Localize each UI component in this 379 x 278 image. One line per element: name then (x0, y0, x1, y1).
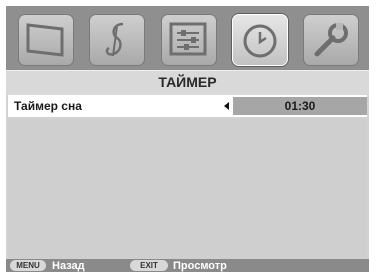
tab-setup[interactable] (303, 14, 359, 66)
menu-empty-area (8, 119, 367, 259)
tab-picture[interactable] (18, 14, 74, 66)
settings-sliders-icon (169, 22, 207, 56)
footer-bar: MENU Назад EXIT Просмотр (6, 259, 369, 272)
tab-settings[interactable] (161, 14, 217, 66)
sleep-timer-value: 01:30 (284, 99, 316, 113)
back-label: Назад (52, 260, 85, 272)
clock-icon (243, 24, 277, 58)
sleep-timer-label: Таймер сна (14, 99, 82, 113)
arrow-left-icon[interactable] (224, 102, 229, 110)
exit-key-badge[interactable]: EXIT (130, 260, 168, 271)
page-title: ТАЙМЕР (6, 70, 369, 95)
sleep-timer-row[interactable]: Таймер сна 01:30 (8, 95, 367, 117)
tab-sound[interactable] (89, 14, 145, 66)
menu-key-badge[interactable]: MENU (10, 260, 46, 271)
category-tab-bar (6, 6, 369, 70)
tv-menu-screen: ТАЙМЕР Таймер сна 01:30 MENU Назад EXIT … (6, 6, 369, 272)
wrench-icon (314, 23, 348, 57)
tab-timer[interactable] (232, 14, 288, 66)
sleep-timer-value-box[interactable]: 01:30 (233, 97, 367, 115)
music-note-icon (105, 22, 124, 57)
view-label: Просмотр (173, 260, 227, 272)
tv-picture-icon (26, 23, 64, 57)
